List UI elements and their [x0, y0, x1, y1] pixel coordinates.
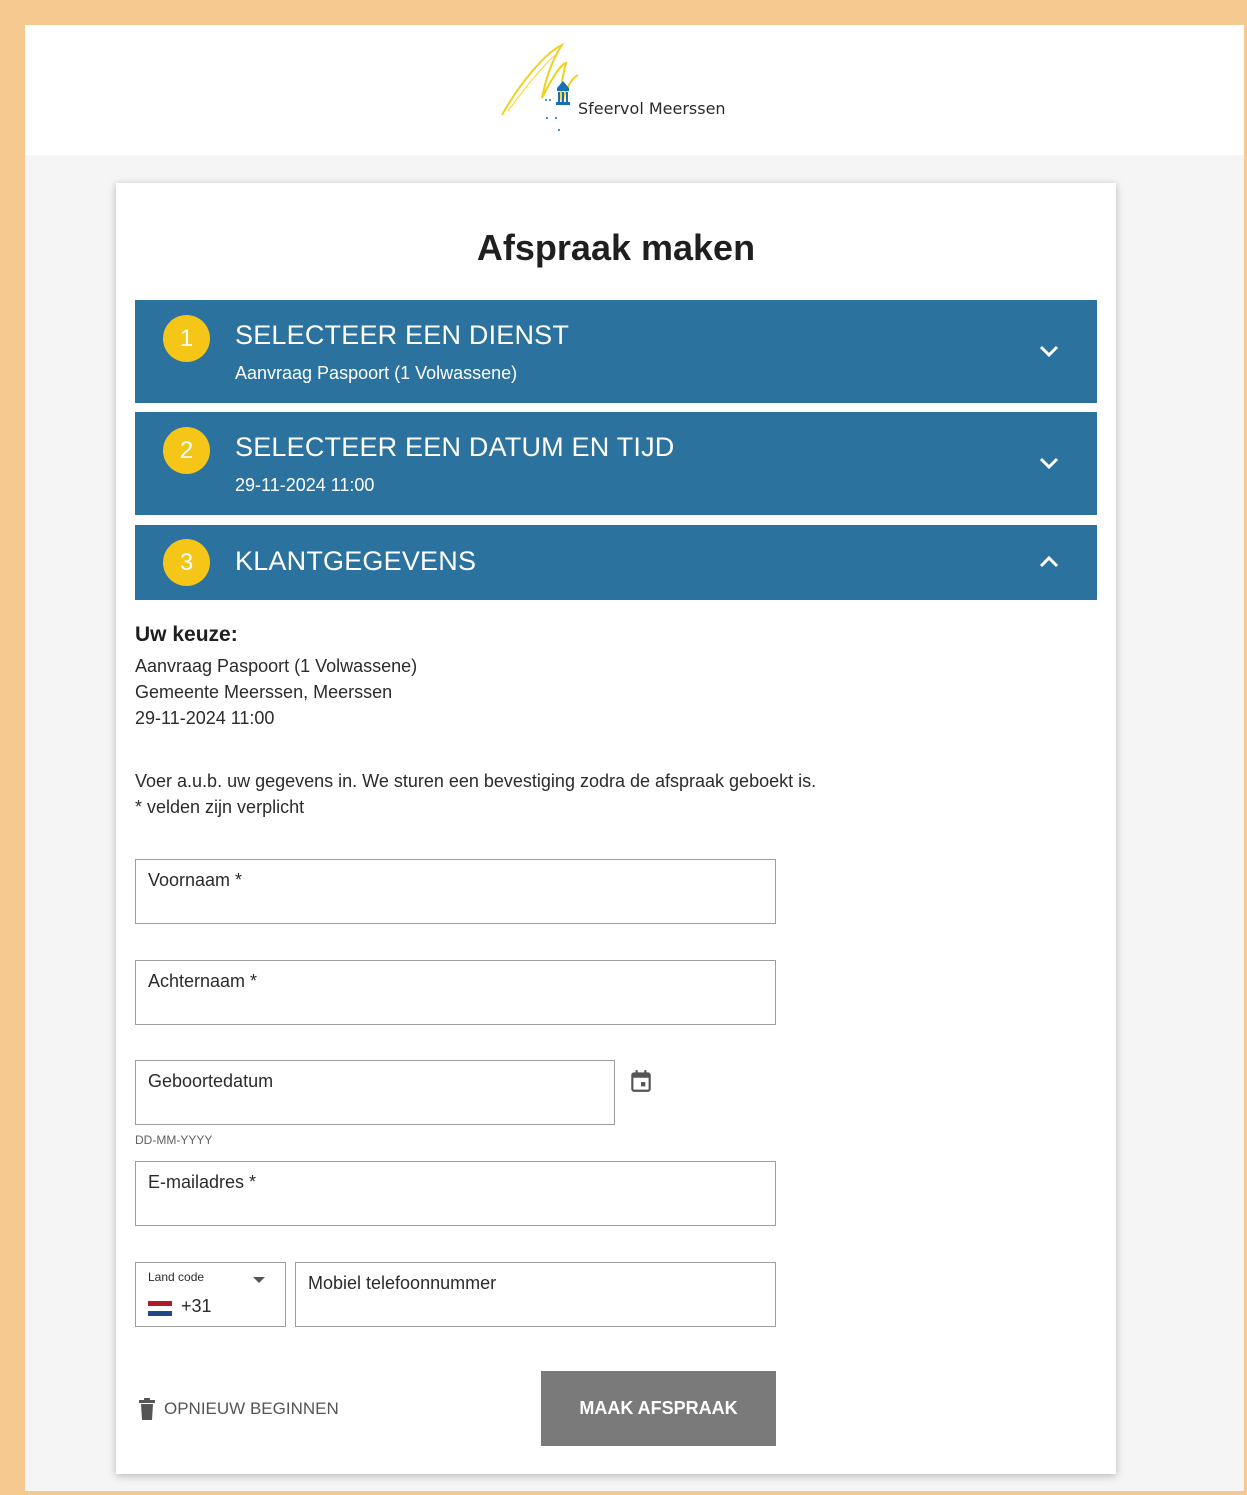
step-select-date-time[interactable]: 2 SELECTEER EEN DATUM EN TIJD 29-11-2024…: [135, 412, 1097, 515]
step-select-service[interactable]: 1 SELECTEER EEN DIENST Aanvraag Paspoort…: [135, 300, 1097, 403]
chevron-down-icon[interactable]: [1037, 451, 1061, 475]
trash-icon: [139, 1398, 155, 1420]
step-title: SELECTEER EEN DIENST: [235, 320, 570, 350]
birthdate-hint: DD-MM-YYYY: [135, 1133, 213, 1147]
chevron-down-icon[interactable]: [1037, 339, 1061, 363]
firstname-field[interactable]: Voornaam *: [135, 859, 776, 924]
step-subtitle: 29-11-2024 11:00: [235, 475, 375, 495]
dropdown-caret-icon: [253, 1277, 265, 1283]
logo[interactable]: Sfeervol Meerssen: [500, 42, 760, 138]
choice-service: Aanvraag Paspoort (1 Volwassene): [135, 656, 418, 676]
step-subtitle: Aanvraag Paspoort (1 Volwassene): [235, 363, 518, 383]
country-code-select[interactable]: Land code +31: [135, 1262, 286, 1327]
page-title: Afspraak maken: [476, 227, 756, 268]
brand-name: Sfeervol Meerssen: [578, 99, 726, 118]
birthdate-label: Geboortedatum: [148, 1071, 274, 1091]
step-number-badge: 2: [163, 427, 210, 474]
mobile-phone-field[interactable]: Mobiel telefoonnummer: [295, 1262, 776, 1327]
step-number-badge: 3: [163, 539, 210, 586]
email-label: E-mailadres *: [148, 1172, 257, 1192]
step-title: SELECTEER EEN DATUM EN TIJD: [235, 432, 675, 462]
page-frame: Sfeervol Meerssen Afspraak maken 1 SELEC…: [25, 25, 1244, 1491]
choice-heading: Uw keuze:: [135, 623, 238, 646]
country-code-label: Land code: [148, 1270, 205, 1284]
country-code-value: +31: [181, 1296, 212, 1316]
lastname-label: Achternaam *: [148, 971, 258, 991]
choice-datetime: 29-11-2024 11:00: [135, 708, 275, 728]
netherlands-flag-icon: [148, 1301, 172, 1316]
step-title: KLANTGEGEVENS: [235, 546, 477, 576]
lastname-field[interactable]: Achternaam *: [135, 960, 776, 1025]
chevron-up-icon[interactable]: [1037, 550, 1061, 574]
site-header: Sfeervol Meerssen: [25, 25, 1244, 155]
required-note: * velden zijn verplicht: [135, 797, 305, 817]
logo-mark-icon: [501, 42, 579, 131]
appointment-card: Afspraak maken 1 SELECTEER EEN DIENST Aa…: [116, 183, 1116, 1474]
instructions-text: Voer a.u.b. uw gegevens in. We sturen ee…: [135, 771, 817, 791]
step-number-badge: 1: [163, 315, 210, 362]
firstname-label: Voornaam *: [148, 870, 243, 890]
restart-button[interactable]: OPNIEUW BEGINNEN: [138, 1398, 339, 1420]
make-appointment-button[interactable]: MAAK AFSPRAAK: [541, 1371, 776, 1446]
birthdate-field[interactable]: Geboortedatum: [135, 1060, 615, 1125]
choice-location: Gemeente Meerssen, Meerssen: [135, 682, 393, 702]
calendar-icon[interactable]: [628, 1068, 654, 1094]
step-customer-details[interactable]: 3 KLANTGEGEVENS: [135, 525, 1097, 600]
email-field[interactable]: E-mailadres *: [135, 1161, 776, 1226]
mobile-phone-label: Mobiel telefoonnummer: [308, 1273, 497, 1293]
restart-label: OPNIEUW BEGINNEN: [164, 1399, 339, 1418]
